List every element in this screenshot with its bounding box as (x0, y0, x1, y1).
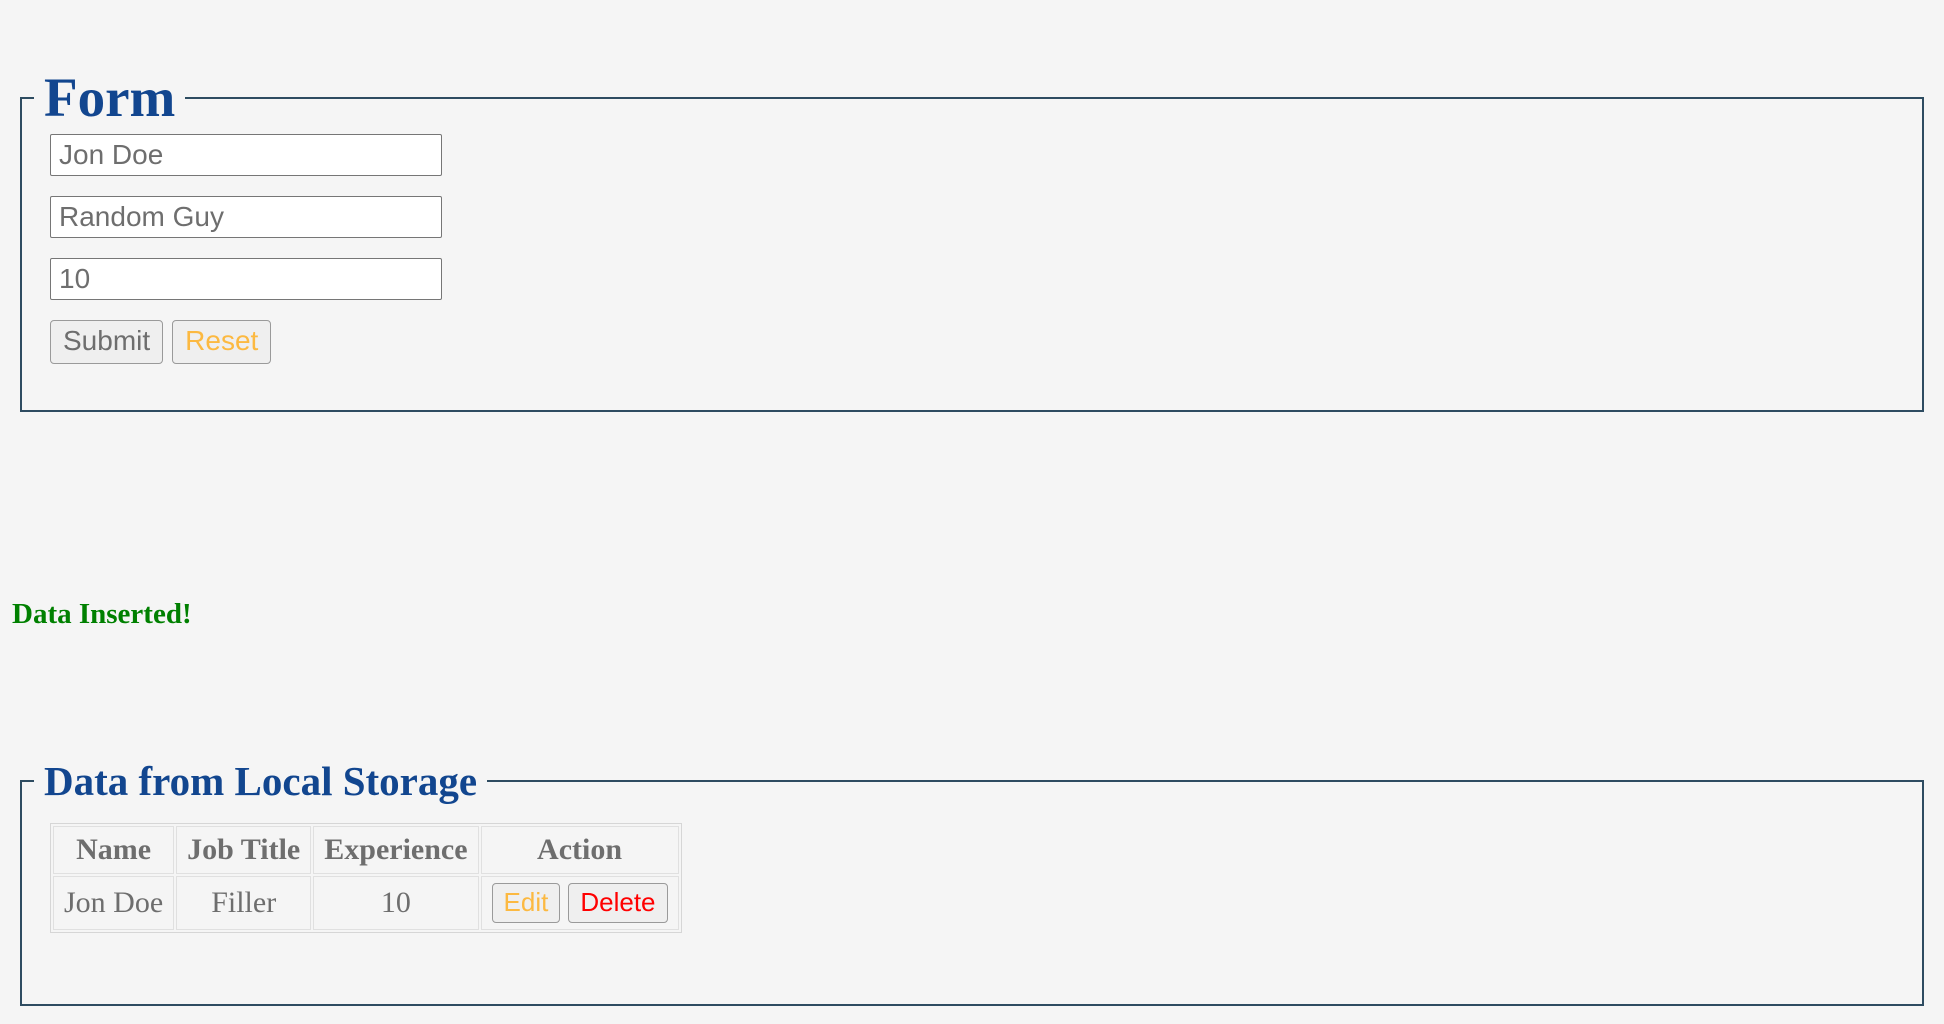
name-input[interactable] (50, 134, 442, 177)
column-header-experience: Experience (313, 825, 479, 874)
form-fieldset: Form Submit Reset (20, 67, 1924, 412)
form-legend: Form (44, 67, 176, 128)
table-body: Jon Doe Filler 10 Edit Delete (53, 875, 679, 930)
column-header-job-title: Job Title (176, 825, 312, 874)
table-header-row: Name Job Title Experience Action (53, 825, 679, 874)
column-header-action: Action (480, 825, 679, 874)
cell-name: Jon Doe (53, 875, 175, 930)
cell-action: Edit Delete (480, 875, 679, 930)
delete-button[interactable]: Delete (568, 882, 668, 923)
job-title-field-row (50, 196, 442, 239)
column-header-name: Name (53, 825, 175, 874)
data-table-wrapper: Name Job Title Experience Action Jon Doe… (50, 822, 682, 933)
submit-button[interactable]: Submit (50, 320, 164, 365)
page-root: Form Submit Reset Data Inserted! Data fr… (0, 0, 1944, 1024)
local-storage-table: Name Job Title Experience Action Jon Doe… (50, 822, 682, 933)
experience-field-row (50, 258, 442, 301)
form-body: Submit Reset (50, 134, 442, 365)
form-button-row: Submit Reset (50, 320, 442, 365)
cell-experience: 10 (313, 875, 479, 930)
table-head: Name Job Title Experience Action (53, 825, 679, 874)
status-message: Data Inserted! (12, 598, 192, 630)
table-row: Jon Doe Filler 10 Edit Delete (53, 875, 679, 930)
edit-button[interactable]: Edit (491, 882, 561, 923)
reset-button[interactable]: Reset (172, 320, 272, 365)
job-title-input[interactable] (50, 196, 442, 239)
local-storage-legend: Data from Local Storage (44, 758, 478, 804)
name-field-row (50, 134, 442, 177)
row-action-buttons: Edit Delete (491, 882, 668, 923)
experience-input[interactable] (50, 258, 442, 301)
local-storage-fieldset: Data from Local Storage Name Job Title E… (20, 758, 1924, 1006)
cell-job-title: Filler (176, 875, 312, 930)
